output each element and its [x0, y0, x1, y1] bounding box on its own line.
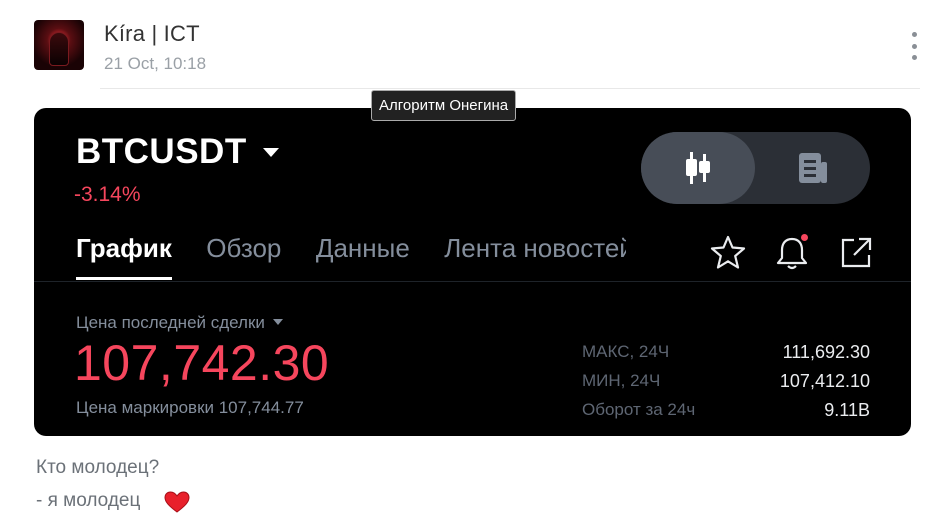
- mark-price: Цена маркировки 107,744.77: [76, 398, 304, 417]
- stat-row-volume: Оборот за 24ч 9.11B: [582, 400, 870, 429]
- tab-chart[interactable]: График: [76, 233, 172, 280]
- header-divider: [100, 88, 920, 89]
- stat-row-high: МАКС, 24Ч 111,692.30: [582, 342, 870, 371]
- tab-overview[interactable]: Обзор: [206, 233, 281, 280]
- author-name[interactable]: Kíra | ICT: [104, 21, 200, 47]
- tooltip: Алгоритм Онегина: [371, 90, 517, 121]
- post-header: Kíra | ICT 21 Oct, 10:18: [34, 18, 920, 78]
- heart-icon: [164, 491, 190, 513]
- news-icon: [799, 153, 827, 183]
- ticker-tabs: График Обзор Данные Лента новостей: [76, 233, 626, 283]
- symbol-dropdown-icon[interactable]: [263, 148, 279, 157]
- star-icon[interactable]: [709, 234, 747, 272]
- last-price: 107,742.30: [74, 335, 330, 391]
- stat-row-low: МИН, 24Ч 107,412.10: [582, 371, 870, 400]
- last-price-label-text: Цена последней сделки: [76, 313, 265, 332]
- tabs-divider: [34, 281, 911, 282]
- stat-value: 111,692.30: [782, 342, 870, 362]
- symbol-title[interactable]: BTCUSDT: [76, 132, 247, 172]
- bell-icon[interactable]: [773, 234, 811, 272]
- post-text-line2: - я молодец: [36, 490, 141, 511]
- tab-news[interactable]: Лента новостей: [444, 233, 626, 280]
- ticker-card[interactable]: BTCUSDT -3.14% График Обзор Данные Лента…: [34, 108, 911, 436]
- stat-value: 9.11B: [824, 400, 870, 420]
- last-price-label[interactable]: Цена последней сделки: [76, 313, 283, 333]
- more-vertical-icon[interactable]: [908, 32, 920, 60]
- candlestick-icon: [686, 152, 710, 184]
- post-date[interactable]: 21 Oct, 10:18: [104, 54, 206, 74]
- post-text-line1: Кто молодец?: [36, 457, 160, 478]
- tab-data[interactable]: Данные: [316, 233, 410, 280]
- stat-label: МАКС, 24Ч: [582, 342, 670, 361]
- notification-dot: [801, 234, 808, 241]
- chevron-down-icon: [272, 319, 283, 325]
- avatar[interactable]: [34, 20, 84, 70]
- chart-view-button[interactable]: [641, 132, 755, 204]
- stat-label: Оборот за 24ч: [582, 400, 696, 419]
- news-view-button[interactable]: [756, 132, 870, 204]
- stat-value: 107,412.10: [779, 371, 870, 391]
- stat-label: МИН, 24Ч: [582, 371, 661, 390]
- stats-panel: МАКС, 24Ч 111,692.30 МИН, 24Ч 107,412.10…: [582, 342, 870, 429]
- view-toggle: [641, 132, 870, 204]
- share-icon[interactable]: [837, 234, 875, 272]
- price-change: -3.14%: [74, 183, 141, 206]
